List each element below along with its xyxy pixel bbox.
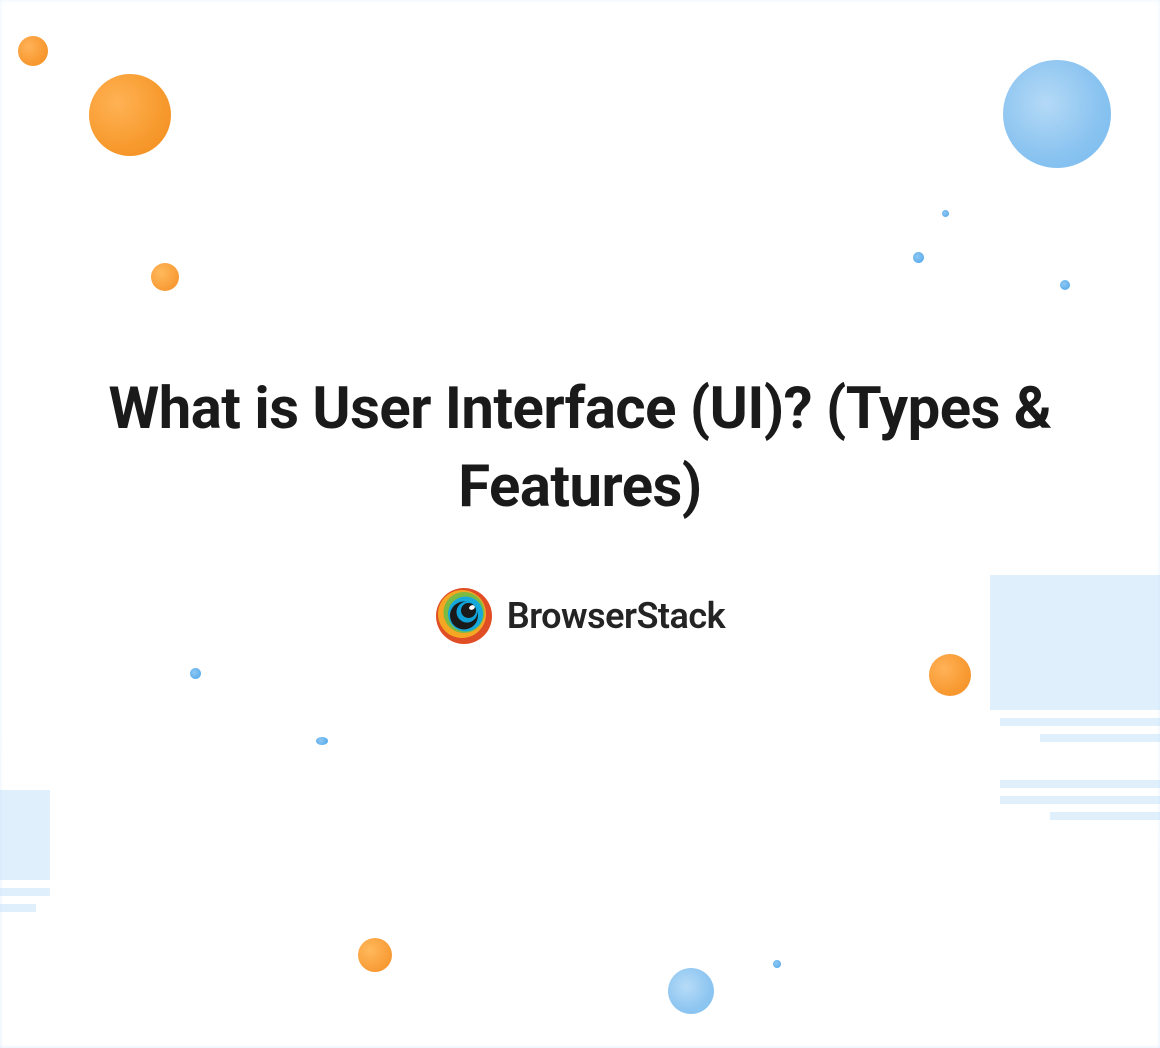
page-title: What is User Interface (UI)? (Types & Fe…: [0, 370, 1160, 527]
decoration-circle-orange: [18, 36, 48, 66]
decoration-circle-orange: [151, 263, 179, 291]
decoration-circle-blue: [913, 252, 924, 263]
decoration-circle-blue: [316, 737, 328, 745]
decoration-circle-blue: [1003, 60, 1111, 168]
content-area: What is User Interface (UI)? (Types & Fe…: [0, 370, 1160, 649]
decoration-doc-lines: [0, 790, 50, 920]
decoration-circle-blue: [773, 960, 781, 968]
decoration-circle-blue: [668, 968, 714, 1014]
decoration-circle-blue: [1060, 280, 1070, 290]
decoration-circle-orange: [358, 938, 392, 972]
decoration-circle-orange: [929, 654, 971, 696]
brand-name: BrowserStack: [507, 595, 725, 637]
decoration-circle-blue: [190, 668, 201, 679]
browserstack-logo-icon: [435, 587, 493, 645]
decoration-circle-blue: [942, 210, 949, 217]
decoration-circle-orange: [89, 74, 171, 156]
brand-logo: BrowserStack: [435, 587, 725, 645]
